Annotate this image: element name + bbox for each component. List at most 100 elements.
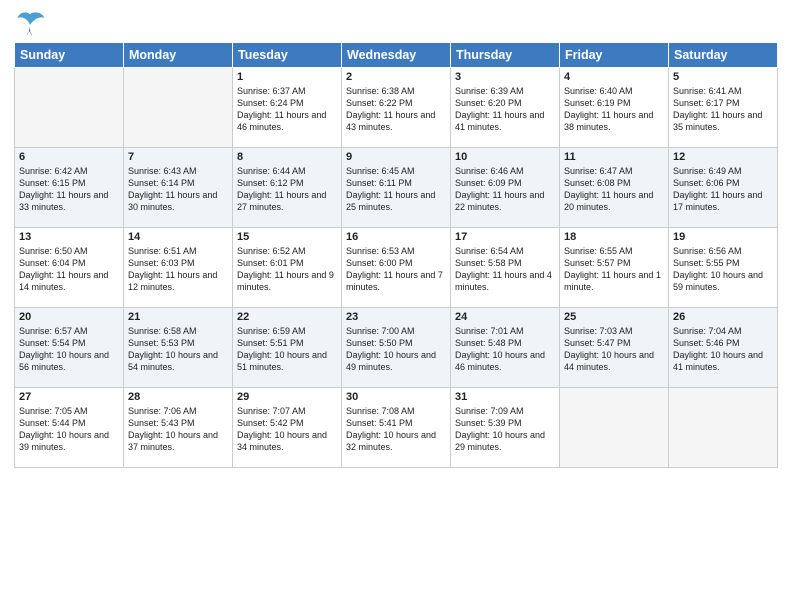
day-number: 10 <box>455 151 555 163</box>
calendar-cell <box>560 388 669 468</box>
day-number: 9 <box>346 151 446 163</box>
day-number: 27 <box>19 391 119 403</box>
calendar-week-0: 1 Sunrise: 6:37 AMSunset: 6:24 PMDaylight… <box>15 68 778 148</box>
day-info: Sunrise: 6:38 AMSunset: 6:22 PMDaylight:… <box>346 85 446 134</box>
day-number: 7 <box>128 151 228 163</box>
day-number: 2 <box>346 71 446 83</box>
calendar-cell: 25 Sunrise: 7:03 AMSunset: 5:47 PMDayligh… <box>560 308 669 388</box>
day-info: Sunrise: 7:00 AMSunset: 5:50 PMDaylight:… <box>346 325 446 374</box>
col-header-wednesday: Wednesday <box>342 43 451 68</box>
calendar-cell: 5 Sunrise: 6:41 AMSunset: 6:17 PMDaylight… <box>669 68 778 148</box>
day-number: 14 <box>128 231 228 243</box>
day-info: Sunrise: 6:41 AMSunset: 6:17 PMDaylight:… <box>673 85 773 134</box>
day-number: 17 <box>455 231 555 243</box>
calendar-cell: 11 Sunrise: 6:47 AMSunset: 6:08 PMDayligh… <box>560 148 669 228</box>
calendar-cell: 16Sunrise: 6:53 AMSunset: 6:00 PMDayligh… <box>342 228 451 308</box>
calendar-cell: 14 Sunrise: 6:51 AMSunset: 6:03 PMDayligh… <box>124 228 233 308</box>
day-number: 11 <box>564 151 664 163</box>
calendar-cell <box>669 388 778 468</box>
day-info: Sunrise: 6:47 AMSunset: 6:08 PMDaylight:… <box>564 165 664 214</box>
calendar-cell: 8Sunrise: 6:44 AMSunset: 6:12 PMDaylight… <box>233 148 342 228</box>
day-info: Sunrise: 6:58 AMSunset: 5:53 PMDaylight:… <box>128 325 228 374</box>
day-info: Sunrise: 6:55 AMSunset: 5:57 PMDaylight:… <box>564 245 664 294</box>
col-header-saturday: Saturday <box>669 43 778 68</box>
calendar-cell: 24 Sunrise: 7:01 AMSunset: 5:48 PMDayligh… <box>451 308 560 388</box>
day-number: 12 <box>673 151 773 163</box>
day-info: Sunrise: 6:49 AMSunset: 6:06 PMDaylight:… <box>673 165 773 214</box>
col-header-thursday: Thursday <box>451 43 560 68</box>
day-info: Sunrise: 6:50 AMSunset: 6:04 PMDaylight:… <box>19 245 119 294</box>
calendar-cell: 12 Sunrise: 6:49 AMSunset: 6:06 PMDayligh… <box>669 148 778 228</box>
day-number: 21 <box>128 311 228 323</box>
calendar-cell <box>15 68 124 148</box>
day-info: Sunrise: 7:07 AMSunset: 5:42 PMDaylight:… <box>237 405 337 454</box>
calendar-cell: 30 Sunrise: 7:08 AMSunset: 5:41 PMDayligh… <box>342 388 451 468</box>
page-container: SundayMondayTuesdayWednesdayThursdayFrid… <box>0 0 792 474</box>
day-number: 23 <box>346 311 446 323</box>
calendar-cell: 13 Sunrise: 6:50 AMSunset: 6:04 PMDayligh… <box>15 228 124 308</box>
day-info: Sunrise: 7:09 AMSunset: 5:39 PMDaylight:… <box>455 405 555 454</box>
calendar-cell: 21 Sunrise: 6:58 AMSunset: 5:53 PMDayligh… <box>124 308 233 388</box>
calendar-cell: 6Sunrise: 6:42 AMSunset: 6:15 PMDaylight… <box>15 148 124 228</box>
day-info: Sunrise: 7:06 AMSunset: 5:43 PMDaylight:… <box>128 405 228 454</box>
day-info: Sunrise: 6:45 AMSunset: 6:11 PMDaylight:… <box>346 165 446 214</box>
calendar-cell: 27 Sunrise: 7:05 AMSunset: 5:44 PMDayligh… <box>15 388 124 468</box>
day-number: 4 <box>564 71 664 83</box>
day-number: 20 <box>19 311 119 323</box>
day-info: Sunrise: 7:08 AMSunset: 5:41 PMDaylight:… <box>346 405 446 454</box>
day-number: 15 <box>237 231 337 243</box>
day-number: 29 <box>237 391 337 403</box>
calendar-cell: 3 Sunrise: 6:39 AMSunset: 6:20 PMDaylight… <box>451 68 560 148</box>
calendar-cell: 7 Sunrise: 6:43 AMSunset: 6:14 PMDaylight… <box>124 148 233 228</box>
day-info: Sunrise: 6:40 AMSunset: 6:19 PMDaylight:… <box>564 85 664 134</box>
calendar-cell: 18 Sunrise: 6:55 AMSunset: 5:57 PMDayligh… <box>560 228 669 308</box>
day-number: 24 <box>455 311 555 323</box>
calendar-week-2: 13 Sunrise: 6:50 AMSunset: 6:04 PMDayligh… <box>15 228 778 308</box>
col-header-monday: Monday <box>124 43 233 68</box>
day-number: 22 <box>237 311 337 323</box>
day-info: Sunrise: 7:03 AMSunset: 5:47 PMDaylight:… <box>564 325 664 374</box>
header <box>14 10 778 38</box>
day-info: Sunrise: 6:57 AMSunset: 5:54 PMDaylight:… <box>19 325 119 374</box>
calendar-table: SundayMondayTuesdayWednesdayThursdayFrid… <box>14 42 778 468</box>
day-info: Sunrise: 6:43 AMSunset: 6:14 PMDaylight:… <box>128 165 228 214</box>
calendar-cell: 20 Sunrise: 6:57 AMSunset: 5:54 PMDayligh… <box>15 308 124 388</box>
calendar-cell: 17 Sunrise: 6:54 AMSunset: 5:58 PMDayligh… <box>451 228 560 308</box>
day-info: Sunrise: 6:52 AMSunset: 6:01 PMDaylight:… <box>237 245 337 294</box>
day-number: 31 <box>455 391 555 403</box>
day-info: Sunrise: 7:05 AMSunset: 5:44 PMDaylight:… <box>19 405 119 454</box>
calendar-header-row: SundayMondayTuesdayWednesdayThursdayFrid… <box>15 43 778 68</box>
calendar-cell <box>124 68 233 148</box>
calendar-week-4: 27 Sunrise: 7:05 AMSunset: 5:44 PMDayligh… <box>15 388 778 468</box>
calendar-cell: 1 Sunrise: 6:37 AMSunset: 6:24 PMDaylight… <box>233 68 342 148</box>
day-number: 25 <box>564 311 664 323</box>
calendar-cell: 2 Sunrise: 6:38 AMSunset: 6:22 PMDaylight… <box>342 68 451 148</box>
calendar-cell: 23 Sunrise: 7:00 AMSunset: 5:50 PMDayligh… <box>342 308 451 388</box>
day-number: 30 <box>346 391 446 403</box>
calendar-cell: 22 Sunrise: 6:59 AMSunset: 5:51 PMDayligh… <box>233 308 342 388</box>
calendar-cell: 29 Sunrise: 7:07 AMSunset: 5:42 PMDayligh… <box>233 388 342 468</box>
day-number: 6 <box>19 151 119 163</box>
day-number: 13 <box>19 231 119 243</box>
day-info: Sunrise: 7:01 AMSunset: 5:48 PMDaylight:… <box>455 325 555 374</box>
day-info: Sunrise: 6:53 AMSunset: 6:00 PMDaylight:… <box>346 245 446 294</box>
day-info: Sunrise: 6:54 AMSunset: 5:58 PMDaylight:… <box>455 245 555 294</box>
day-number: 28 <box>128 391 228 403</box>
day-info: Sunrise: 6:59 AMSunset: 5:51 PMDaylight:… <box>237 325 337 374</box>
logo <box>14 10 50 38</box>
day-number: 3 <box>455 71 555 83</box>
day-info: Sunrise: 6:37 AMSunset: 6:24 PMDaylight:… <box>237 85 337 134</box>
day-number: 1 <box>237 71 337 83</box>
calendar-week-3: 20 Sunrise: 6:57 AMSunset: 5:54 PMDayligh… <box>15 308 778 388</box>
day-number: 18 <box>564 231 664 243</box>
col-header-sunday: Sunday <box>15 43 124 68</box>
day-number: 19 <box>673 231 773 243</box>
calendar-cell: 19Sunrise: 6:56 AMSunset: 5:55 PMDayligh… <box>669 228 778 308</box>
calendar-cell: 4 Sunrise: 6:40 AMSunset: 6:19 PMDaylight… <box>560 68 669 148</box>
day-info: Sunrise: 6:51 AMSunset: 6:03 PMDaylight:… <box>128 245 228 294</box>
calendar-week-1: 6Sunrise: 6:42 AMSunset: 6:15 PMDaylight… <box>15 148 778 228</box>
day-number: 5 <box>673 71 773 83</box>
day-info: Sunrise: 6:39 AMSunset: 6:20 PMDaylight:… <box>455 85 555 134</box>
day-number: 8 <box>237 151 337 163</box>
calendar-cell: 9 Sunrise: 6:45 AMSunset: 6:11 PMDaylight… <box>342 148 451 228</box>
